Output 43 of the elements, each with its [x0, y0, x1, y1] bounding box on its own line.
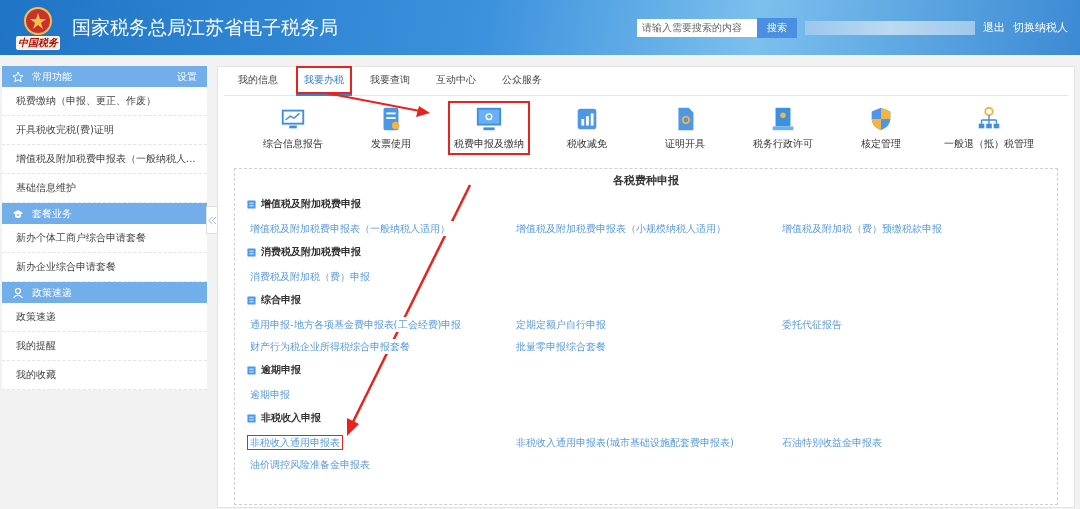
site-title: 国家税务总局江苏省电子税务局	[72, 14, 338, 40]
nav-tab[interactable]: 我的信息	[230, 66, 286, 96]
category-icon	[247, 365, 256, 375]
category-icon	[247, 199, 256, 209]
category-icon	[247, 413, 256, 423]
sidebar-item[interactable]: 我的提醒	[2, 332, 207, 361]
category-icon	[247, 295, 256, 305]
category-title: 逾期申报	[261, 363, 301, 377]
section-icon	[12, 286, 24, 299]
logo-text: 中国税务	[16, 35, 60, 50]
service-tile[interactable]: 发票使用	[350, 101, 432, 155]
section-title: 政策速递	[32, 285, 73, 300]
section-icon	[12, 70, 24, 83]
nav-tab[interactable]: 互动中心	[428, 66, 484, 96]
service-tile[interactable]: 核定管理	[840, 101, 922, 155]
sidebar-item[interactable]: 政策速递	[2, 303, 207, 332]
double-chevron-icon	[207, 215, 217, 225]
category-title: 增值税及附加税费申报	[261, 197, 361, 211]
nav-tab[interactable]: 公众服务	[494, 66, 550, 96]
sidebar-item[interactable]: 开具税收完税(费)证明	[2, 116, 207, 145]
service-tile[interactable]: 税费申报及缴纳	[448, 101, 530, 155]
nav-tab[interactable]: 我要查询	[362, 66, 418, 96]
category-icon	[247, 247, 256, 257]
section-icon	[12, 207, 24, 220]
sidebar-item[interactable]: 税费缴纳（申报、更正、作废）	[2, 87, 207, 116]
section-title: 套餐业务	[32, 206, 73, 221]
service-icon	[475, 105, 503, 133]
category-title: 消费税及附加税费申报	[261, 245, 361, 259]
section-title: 常用功能	[32, 69, 73, 84]
service-tile[interactable]: 证明开具	[644, 101, 726, 155]
category-title: 综合申报	[261, 293, 301, 307]
sidebar-item[interactable]: 增值税及附加税费申报表（一般纳税人...	[2, 145, 207, 174]
panel-title: 各税费种申报	[612, 173, 680, 188]
sidebar-item[interactable]: 我的收藏	[2, 361, 207, 390]
service-tile[interactable]: 综合信息报告	[252, 101, 334, 155]
emblem-icon	[23, 5, 53, 36]
category-title: 非税收入申报	[261, 411, 321, 425]
search-field[interactable]: 请输入需要搜索的内容	[637, 18, 757, 37]
service-tile[interactable]: 税收减免	[546, 101, 628, 155]
service-tile[interactable]: 税务行政许可	[742, 101, 824, 155]
nav-tab[interactable]: 我要办税	[296, 66, 352, 96]
service-tile[interactable]: 一般退（抵）税管理	[938, 101, 1040, 155]
collapse-button[interactable]	[206, 206, 218, 234]
